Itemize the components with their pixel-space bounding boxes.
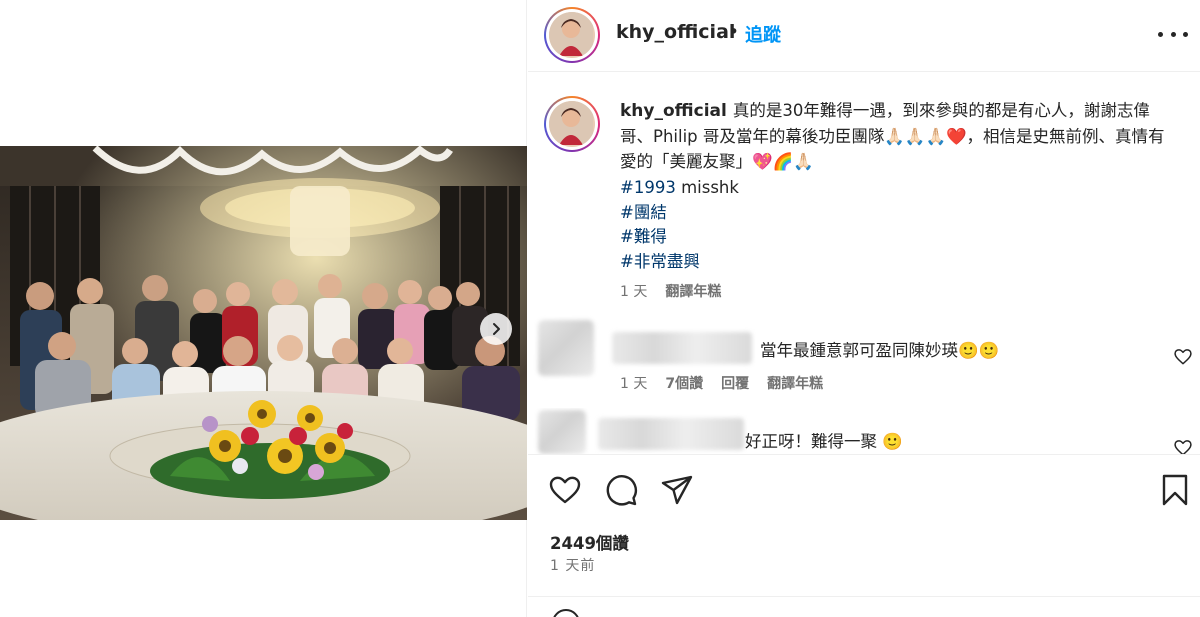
bookmark-icon[interactable] [1158,473,1192,507]
comment-item: 當年最鍾意郭可盈同陳妙瑛🙂🙂 1 天 7個讚 回覆 翻譯年糕 [528,320,1200,400]
avatar-image [549,12,595,58]
post-actions-bar [528,454,1200,524]
caption-author-username[interactable]: khy_official [620,101,727,121]
author-username[interactable]: khy_official [616,21,735,43]
more-options-icon[interactable] [1158,24,1188,44]
comment-text: 當年最鍾意郭可盈同陳妙瑛🙂🙂 [760,341,1000,360]
group-photo-image [0,146,527,520]
caption-author-avatar[interactable] [544,96,600,152]
avatar-image [549,101,595,147]
post-timestamp[interactable]: 1 天前 [550,555,595,575]
post-side-panel: khy_official • 追蹤 khy_official 真的是30年難得一遇… [528,0,1200,617]
hashtag-link[interactable]: #1993 misshk [620,176,739,201]
commenter-name-blurred [598,418,744,450]
hashtag-link[interactable]: #非常盡興 [620,250,739,275]
comment-like-heart-icon[interactable] [1173,347,1193,367]
hashtag-list: #1993 misshk #團結 #難得 #非常盡興 [620,176,739,274]
commenter-avatar-blurred [538,320,594,376]
caption-timestamp[interactable]: 1 天 [620,281,647,301]
commenter-name-blurred [612,332,752,364]
comment-like-heart-icon[interactable] [1173,438,1193,454]
share-icon[interactable] [660,473,694,507]
emoji-icon[interactable] [552,609,580,617]
hashtag-link[interactable]: #團結 [620,201,739,226]
caption-text: khy_official 真的是30年難得一遇，到來參與的都是有心人，謝謝志偉哥、… [620,98,1180,174]
comment-translate-button[interactable]: 翻譯年糕 [767,373,823,393]
comment-icon[interactable] [604,473,638,507]
comment-item: 好正呀！難得一聚 🙂 [528,408,1200,454]
post-photo[interactable] [0,146,527,520]
comment-timestamp[interactable]: 1 天 [620,373,647,393]
add-comment-bar [528,596,1200,617]
likes-count[interactable]: 2449個讚 [550,530,629,554]
author-avatar[interactable] [544,7,600,63]
comment-likes[interactable]: 7個讚 [665,373,703,393]
translate-button[interactable]: 翻譯年糕 [665,281,721,301]
chevron-right-icon [493,323,500,335]
follow-button[interactable]: 追蹤 [745,21,781,47]
header-separator: • [728,21,740,43]
commenter-avatar-blurred [538,410,586,454]
comment-meta: 1 天 7個讚 回覆 翻譯年糕 [620,373,823,393]
media-panel [0,0,527,617]
post-header: khy_official • 追蹤 [528,0,1200,72]
caption-meta: 1 天 翻譯年糕 [620,281,721,301]
reply-button[interactable]: 回覆 [721,373,749,393]
hashtag-link[interactable]: #難得 [620,225,739,250]
post-caption: khy_official 真的是30年難得一遇，到來參與的都是有心人，謝謝志偉哥、… [528,88,1200,308]
carousel-next-button[interactable] [480,313,512,345]
comment-text: 好正呀！難得一聚 🙂 [745,432,903,451]
heart-icon[interactable] [548,473,582,507]
